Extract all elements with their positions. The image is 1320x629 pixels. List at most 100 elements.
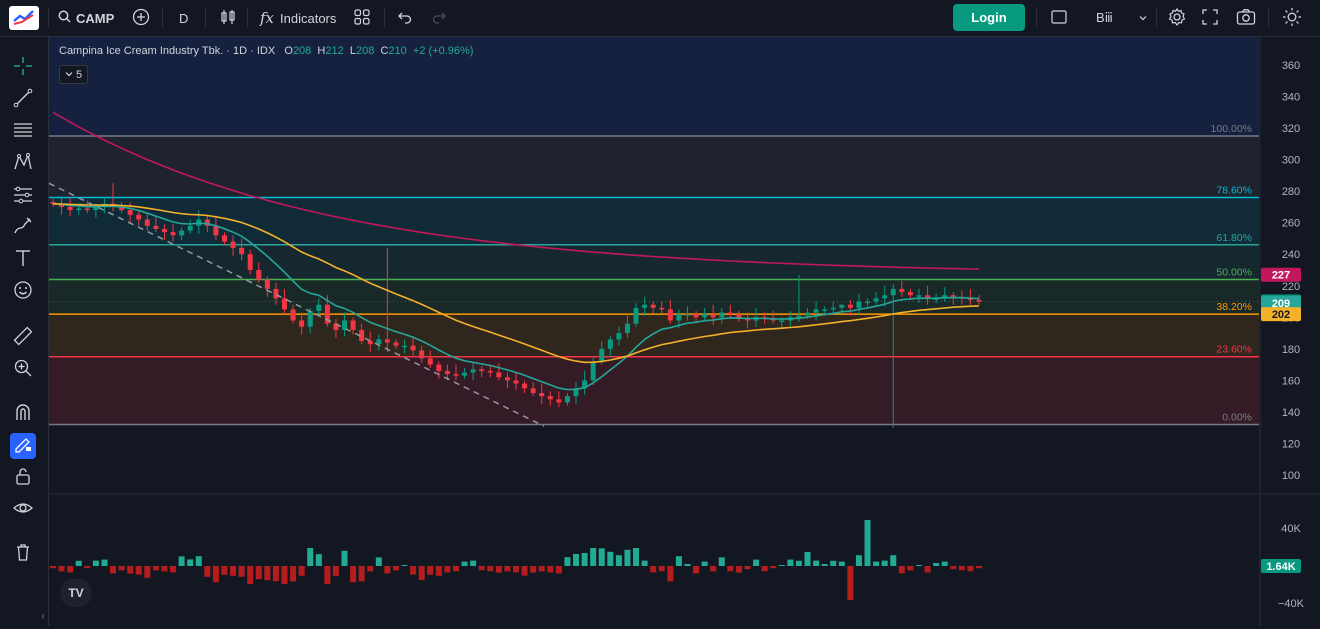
candle-body xyxy=(907,292,913,296)
indicators-button[interactable]: fx Indicators xyxy=(260,0,336,36)
candle-body xyxy=(633,307,639,324)
volume-bar xyxy=(624,549,631,566)
volume-bar xyxy=(598,548,605,566)
volume-bar xyxy=(581,553,588,566)
volume-bar xyxy=(735,566,742,573)
collapse-toolbar-button[interactable]: ‹ xyxy=(38,603,48,629)
candle-body xyxy=(239,247,245,255)
layout-button[interactable] xyxy=(1050,0,1068,36)
volume-bar xyxy=(675,556,682,566)
candle-body xyxy=(839,304,845,308)
volume-bar xyxy=(693,566,700,574)
volume-bar xyxy=(264,566,271,581)
magnet-tool[interactable] xyxy=(10,401,36,427)
candle-body xyxy=(830,307,836,310)
eye-icon xyxy=(12,497,34,524)
candle-body xyxy=(650,304,656,308)
candle-body xyxy=(496,372,502,378)
indicators-toggle[interactable]: 5 xyxy=(59,65,88,84)
volume-bar xyxy=(324,566,331,584)
theme-toggle-button[interactable] xyxy=(1282,0,1302,36)
add-circle-icon xyxy=(132,8,150,29)
fullscreen-button[interactable] xyxy=(1201,0,1219,36)
login-button[interactable]: Login xyxy=(953,4,1025,31)
volume-axis-tick: 40K xyxy=(1281,523,1301,535)
measure-tool[interactable] xyxy=(10,325,36,351)
candle-body xyxy=(624,323,630,334)
magnet-icon xyxy=(12,401,34,428)
interval-button[interactable]: D xyxy=(179,0,188,36)
tradingview-logo[interactable] xyxy=(8,0,40,36)
tradingview-watermark-logo[interactable]: TV xyxy=(60,579,92,607)
undo-button[interactable] xyxy=(397,0,413,36)
volume-bar xyxy=(513,566,519,573)
remove-drawings-tool[interactable] xyxy=(10,541,36,567)
candle-body xyxy=(410,345,416,351)
text-tool[interactable] xyxy=(10,247,36,273)
candle-body xyxy=(813,309,819,313)
fib-zone xyxy=(49,197,1259,245)
compare-symbol-button[interactable] xyxy=(132,0,150,36)
volume-bar xyxy=(178,556,185,566)
volume-bar xyxy=(470,560,477,566)
lock-icon xyxy=(12,465,34,492)
volume-bar xyxy=(221,566,228,575)
volume-bar xyxy=(392,566,399,571)
volume-bar xyxy=(101,559,108,566)
volume-bar xyxy=(255,566,262,580)
fib-level-label: 38.20% xyxy=(1216,301,1252,313)
candle-body xyxy=(136,214,142,220)
screenshot-button[interactable] xyxy=(1236,0,1256,36)
symbol-search[interactable]: CAMP xyxy=(58,0,114,36)
zoom-in-tool[interactable] xyxy=(10,357,36,383)
drawing-toolbar: ‹ xyxy=(0,37,49,626)
volume-bar xyxy=(590,548,597,566)
chevron-down-icon xyxy=(65,69,73,81)
chart-type-button[interactable] xyxy=(219,0,237,36)
settings-button[interactable] xyxy=(1167,0,1187,36)
projection-tool[interactable] xyxy=(10,183,36,209)
camera-icon xyxy=(1236,8,1256,29)
trash-icon xyxy=(12,541,34,568)
price-axis-tick: 300 xyxy=(1282,155,1300,167)
pattern-icon xyxy=(12,151,34,178)
price-badge-value: 202 xyxy=(1272,309,1290,321)
pencil-lock-icon xyxy=(12,433,34,460)
lock-drawings-tool[interactable] xyxy=(10,465,36,491)
candle-body xyxy=(847,304,853,308)
candle-body xyxy=(659,307,665,310)
price-badge-value: 227 xyxy=(1272,270,1290,282)
zoom-in-icon xyxy=(12,357,34,384)
volume-bar xyxy=(564,557,571,566)
hide-drawings-tool[interactable] xyxy=(10,497,36,523)
stay-in-drawing-mode-tool[interactable] xyxy=(10,433,36,459)
chart-style-select[interactable]: Bⅲ xyxy=(1096,0,1113,36)
icon-tool[interactable] xyxy=(10,279,36,305)
volume-bar xyxy=(727,566,734,572)
chart-canvas[interactable]: 100.00% 78.60% 61.80% 50.00% 38.20% 23.60% 0.0… xyxy=(49,37,1320,626)
candle-body xyxy=(161,229,167,233)
candle-body xyxy=(153,225,159,229)
crosshair-tool[interactable] xyxy=(10,55,36,81)
price-axis-tick: 240 xyxy=(1282,249,1300,261)
volume-bar xyxy=(530,566,537,573)
candle-body xyxy=(384,339,390,343)
volume-bar xyxy=(401,565,408,566)
trend-line-tool[interactable] xyxy=(10,87,36,113)
price-axis-tick: 360 xyxy=(1282,60,1300,72)
redo-button[interactable] xyxy=(431,0,447,36)
pattern-tool[interactable] xyxy=(10,151,36,177)
volume-bar xyxy=(753,559,760,566)
volume-bar xyxy=(358,566,365,582)
volume-bar xyxy=(907,566,914,571)
brush-tool[interactable] xyxy=(10,215,36,241)
templates-button[interactable] xyxy=(353,0,371,36)
crosshair-icon xyxy=(12,55,34,82)
horizontal-lines-tool[interactable] xyxy=(10,119,36,145)
candle-body xyxy=(273,288,279,299)
candle-body xyxy=(899,288,905,293)
volume-bar xyxy=(538,566,545,572)
volume-bar xyxy=(830,560,837,566)
chart-style-dropdown[interactable] xyxy=(1138,0,1148,36)
volume-bar xyxy=(161,566,168,572)
